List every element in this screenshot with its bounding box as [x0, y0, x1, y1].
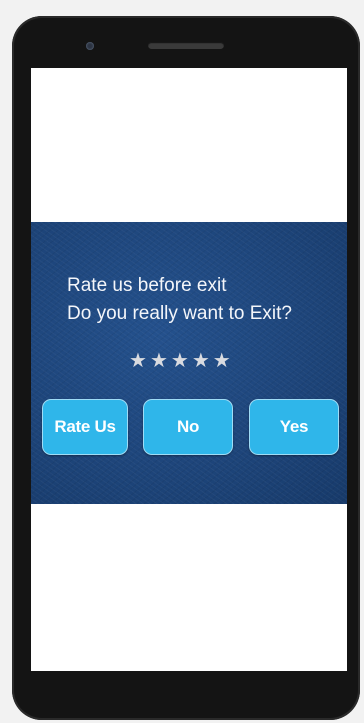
rate-us-button[interactable]: Rate Us [42, 399, 128, 455]
yes-button[interactable]: Yes [249, 399, 339, 455]
phone-frame: Rate us before exit Do you really want t… [12, 16, 360, 720]
speaker-grille [148, 42, 224, 49]
phone-screen: Rate us before exit Do you really want t… [31, 68, 347, 671]
star-icon[interactable]: ★ [171, 350, 189, 370]
star-icon[interactable]: ★ [213, 350, 231, 370]
star-icon[interactable]: ★ [150, 350, 168, 370]
star-icon[interactable]: ★ [129, 350, 147, 370]
exit-dialog: Rate us before exit Do you really want t… [31, 222, 347, 504]
camera-icon [86, 42, 94, 50]
rate-prompt-text: Rate us before exit [67, 275, 227, 296]
no-button[interactable]: No [143, 399, 233, 455]
star-icon[interactable]: ★ [192, 350, 210, 370]
exit-question-text: Do you really want to Exit? [67, 303, 292, 324]
star-rating[interactable]: ★ ★ ★ ★ ★ [129, 350, 231, 370]
stage: Rate us before exit Do you really want t… [0, 0, 364, 723]
